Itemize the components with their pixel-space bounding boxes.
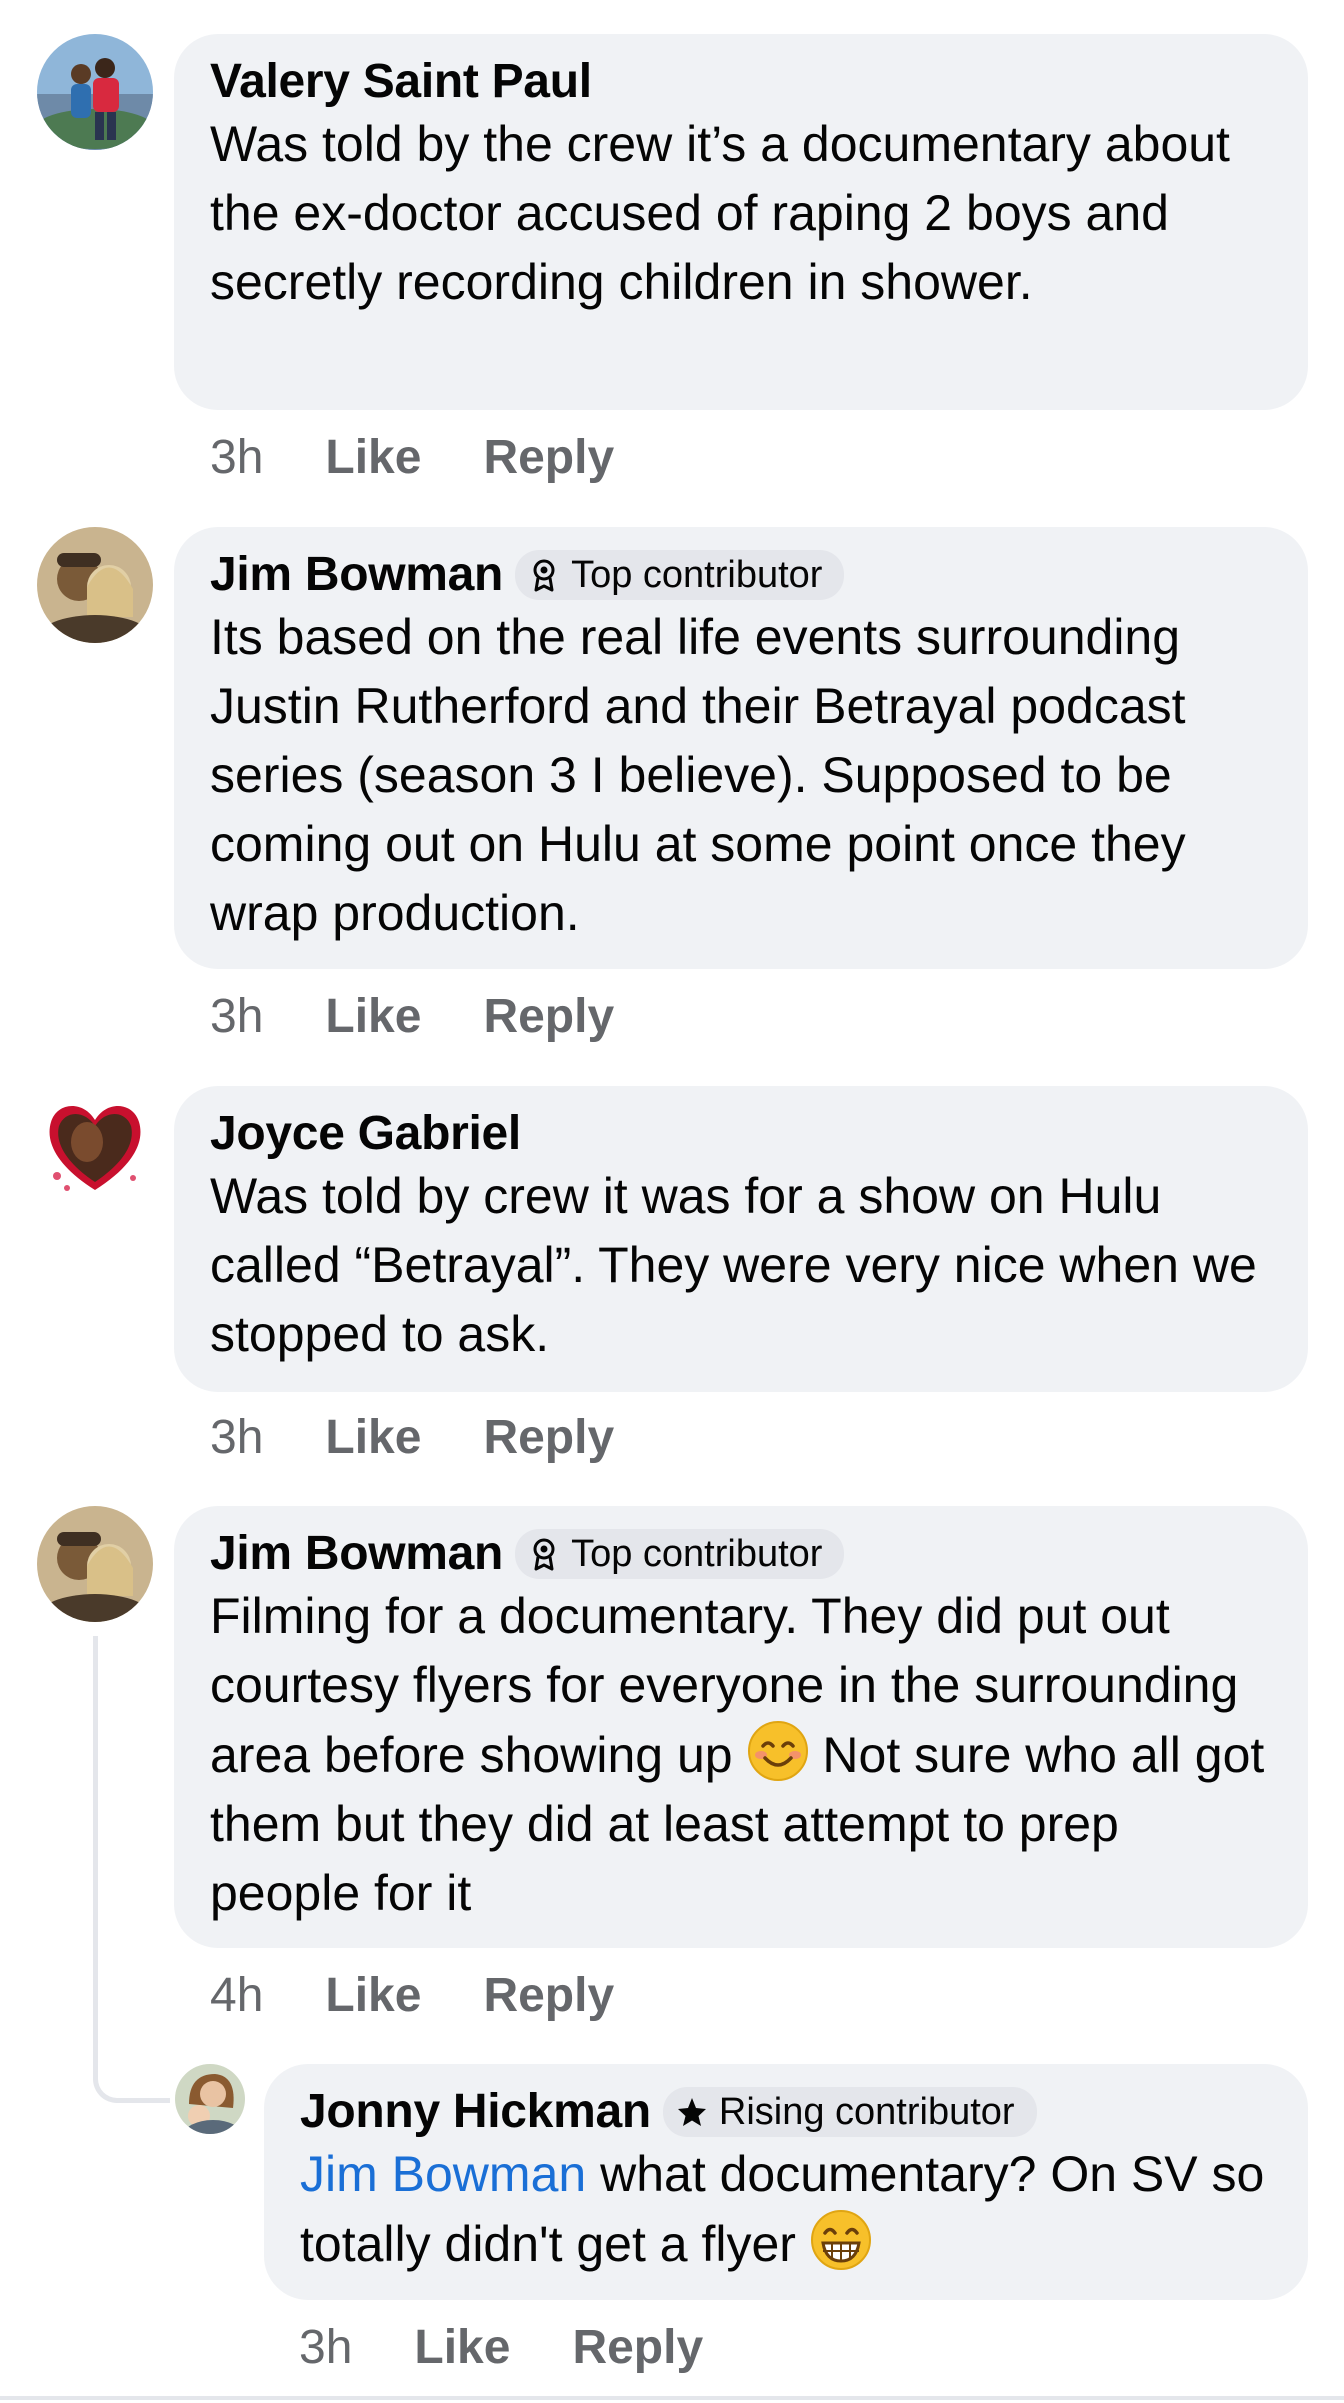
reply-text: Jim Bowman what documentary? On SV so to… bbox=[300, 2140, 1272, 2279]
reply-button[interactable]: Reply bbox=[483, 1968, 614, 2023]
avatar[interactable] bbox=[37, 34, 153, 150]
reply-button[interactable]: Reply bbox=[483, 989, 614, 1044]
reply-actions: 3h Like Reply bbox=[299, 2317, 703, 2377]
top-contributor-badge[interactable]: Top contributor bbox=[515, 1529, 845, 1579]
reply-bubble: Jonny Hickman Rising contributor Jim Bow… bbox=[264, 2064, 1308, 2300]
comment-timestamp[interactable]: 3h bbox=[210, 989, 263, 1044]
like-button[interactable]: Like bbox=[325, 430, 421, 485]
like-button[interactable]: Like bbox=[414, 2320, 510, 2375]
top-contributor-icon bbox=[529, 1536, 559, 1572]
comment-timestamp[interactable]: 4h bbox=[210, 1968, 263, 2023]
mention-link[interactable]: Jim Bowman bbox=[300, 2146, 586, 2202]
reply-button[interactable]: Reply bbox=[572, 2320, 703, 2375]
comment-author[interactable]: Jim Bowman bbox=[210, 547, 503, 603]
comment-author[interactable]: Jim Bowman bbox=[210, 1526, 503, 1582]
like-button[interactable]: Like bbox=[325, 1410, 421, 1465]
comment-timestamp[interactable]: 3h bbox=[210, 1410, 263, 1465]
reply-author[interactable]: Jonny Hickman bbox=[300, 2084, 651, 2140]
comment-actions: 3h Like Reply bbox=[210, 427, 614, 487]
smiling-face-emoji bbox=[747, 1720, 809, 1782]
top-contributor-badge[interactable]: Top contributor bbox=[515, 550, 845, 600]
reply-button[interactable]: Reply bbox=[483, 1410, 614, 1465]
avatar[interactable] bbox=[37, 1506, 153, 1622]
comment-text: Its based on the real life events surrou… bbox=[210, 609, 1186, 941]
like-button[interactable]: Like bbox=[325, 989, 421, 1044]
comment-bubble: Joyce Gabriel Was told by crew it was fo… bbox=[174, 1086, 1308, 1392]
like-button[interactable]: Like bbox=[325, 1968, 421, 2023]
grinning-face-emoji bbox=[810, 2209, 872, 2271]
top-contributor-icon bbox=[529, 557, 559, 593]
thread-connector bbox=[93, 1636, 170, 2103]
avatar[interactable] bbox=[37, 527, 153, 643]
comment-actions: 3h Like Reply bbox=[210, 986, 614, 1046]
rising-contributor-star-icon bbox=[677, 2094, 707, 2130]
comment-bubble: Jim Bowman Top contributor Its based on … bbox=[174, 527, 1308, 969]
comment-actions: 4h Like Reply bbox=[210, 1965, 614, 2025]
badge-label: Top contributor bbox=[571, 553, 823, 596]
avatar[interactable] bbox=[175, 2064, 245, 2134]
reply-button[interactable]: Reply bbox=[483, 430, 614, 485]
comment-text: Filming for a documentary. They did put … bbox=[210, 1582, 1272, 1928]
badge-label: Top contributor bbox=[571, 1532, 823, 1575]
rising-contributor-badge[interactable]: Rising contributor bbox=[662, 2087, 1037, 2137]
divider bbox=[0, 2396, 1344, 2400]
comment-actions: 3h Like Reply bbox=[210, 1407, 614, 1467]
comment-bubble: Jim Bowman Top contributor Filming for a… bbox=[174, 1506, 1308, 1948]
comment-text: Was told by crew it was for a show on Hu… bbox=[210, 1168, 1257, 1362]
comment-author[interactable]: Valery Saint Paul bbox=[210, 54, 592, 110]
reply-timestamp[interactable]: 3h bbox=[299, 2320, 352, 2375]
comment-text: Was told by the crew it’s a documentary … bbox=[210, 116, 1230, 310]
comment-timestamp[interactable]: 3h bbox=[210, 430, 263, 485]
avatar[interactable] bbox=[37, 1086, 153, 1202]
comment-author[interactable]: Joyce Gabriel bbox=[210, 1106, 521, 1162]
badge-label: Rising contributor bbox=[718, 2090, 1015, 2133]
comment-bubble: Valery Saint Paul Was told by the crew i… bbox=[174, 34, 1308, 410]
